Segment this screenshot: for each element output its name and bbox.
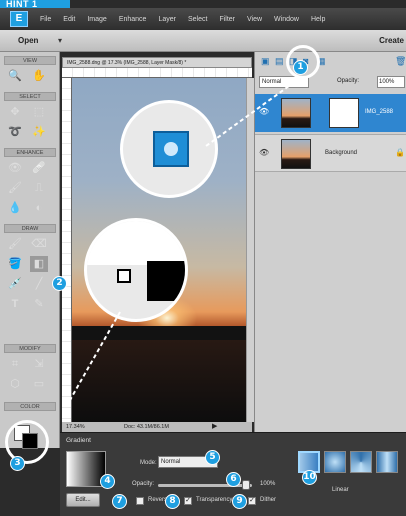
callout-6: 6 — [226, 472, 241, 487]
callout-leader-lines — [69, 77, 301, 401]
callout-3: 3 — [10, 456, 25, 471]
callout-4: 4 — [100, 474, 115, 489]
callout-8: 8 — [165, 494, 180, 509]
callout-10: 10 — [302, 470, 317, 485]
callout-2: 2 — [52, 276, 67, 291]
callout-7: 7 — [112, 494, 127, 509]
callout-9: 9 — [232, 494, 247, 509]
callout-5: 5 — [205, 450, 220, 465]
callout-1: 1 — [293, 60, 308, 75]
